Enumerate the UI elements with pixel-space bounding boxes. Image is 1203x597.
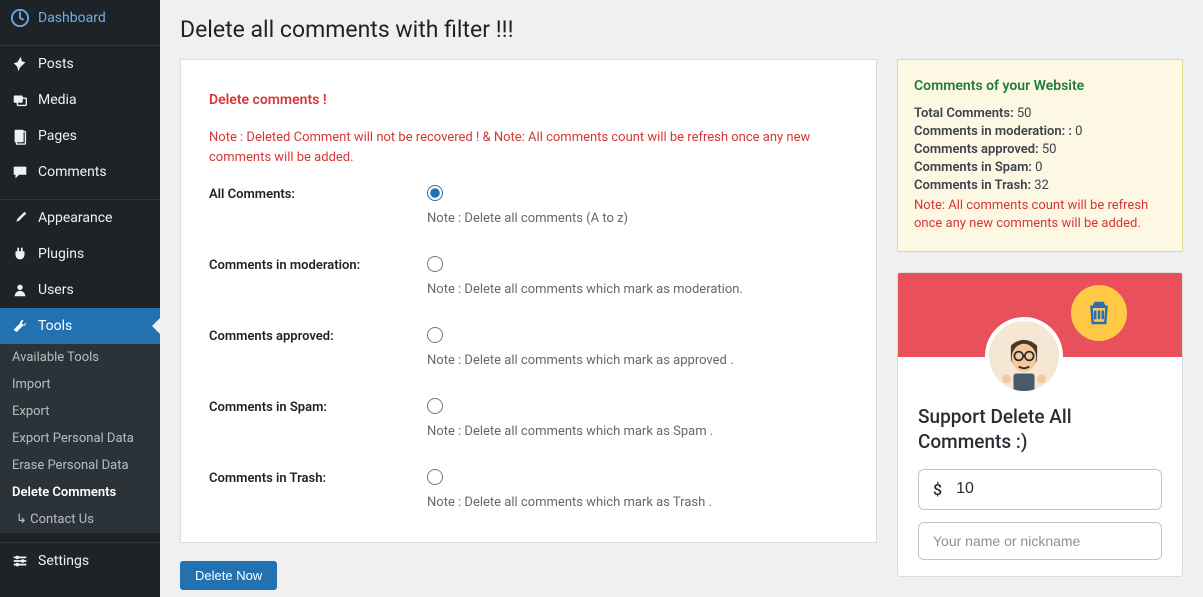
submenu-item-export[interactable]: Export <box>0 398 160 425</box>
page-icon <box>10 126 30 146</box>
stat-moderation: Comments in moderation: : 0 <box>914 124 1166 139</box>
submenu-item-available-tools[interactable]: Available Tools <box>0 344 160 371</box>
option-note: Note : Delete all comments (A to z) <box>427 211 848 226</box>
option-note: Note : Delete all comments which mark as… <box>427 495 848 510</box>
support-box: Support Delete All Comments :) $ <box>897 272 1183 576</box>
name-input[interactable] <box>918 522 1162 560</box>
sidebar-item-plugins[interactable]: Plugins <box>0 236 160 272</box>
warning-note: Note : Deleted Comment will not be recov… <box>209 128 848 167</box>
option-note: Note : Delete all comments which mark as… <box>427 353 848 368</box>
stats-heading: Comments of your Website <box>914 78 1166 94</box>
sidebar-item-label: Dashboard <box>38 10 106 26</box>
sidebar-item-users[interactable]: Users <box>0 272 160 308</box>
sidebar-item-label: Settings <box>38 553 89 569</box>
sidebar-item-label: Tools <box>38 318 72 334</box>
support-header <box>898 273 1182 357</box>
sidebar-item-label: Posts <box>38 56 74 72</box>
delete-now-button[interactable]: Delete Now <box>180 561 277 590</box>
comment-icon <box>10 162 30 182</box>
submenu-item-export-personal-data[interactable]: Export Personal Data <box>0 425 160 452</box>
stat-spam: Comments in Spam: 0 <box>914 160 1166 175</box>
sidebar-item-appearance[interactable]: Appearance <box>0 200 160 236</box>
submenu-item-contact-us[interactable]: ↳ Contact Us <box>0 506 160 533</box>
panel-heading: Delete comments ! <box>209 92 848 108</box>
option-label: All Comments: <box>209 185 427 202</box>
option-approved: Comments approved: Note : Delete all com… <box>209 327 848 368</box>
sidebar-item-label: Plugins <box>38 246 84 262</box>
option-note: Note : Delete all comments which mark as… <box>427 282 848 297</box>
user-icon <box>10 280 30 300</box>
dashboard-icon <box>10 8 30 28</box>
stat-approved: Comments approved: 50 <box>914 142 1166 157</box>
sidebar-item-label: Comments <box>38 164 107 180</box>
admin-sidebar: Dashboard Posts Media Pages Comments App… <box>0 0 160 597</box>
submenu-item-delete-comments[interactable]: Delete Comments <box>0 479 160 506</box>
radio-all-comments[interactable] <box>427 185 443 201</box>
sidebar-item-tools[interactable]: Tools <box>0 308 160 344</box>
sidebar-item-label: Appearance <box>38 210 112 226</box>
media-icon <box>10 90 30 110</box>
option-label: Comments in moderation: <box>209 256 427 273</box>
option-label: Comments approved: <box>209 327 427 344</box>
sidebar-item-dashboard[interactable]: Dashboard <box>0 0 160 36</box>
option-label: Comments in Spam: <box>209 398 427 415</box>
sidebar-item-media[interactable]: Media <box>0 82 160 118</box>
radio-trash[interactable] <box>427 469 443 485</box>
sidebar-item-pages[interactable]: Pages <box>0 118 160 154</box>
radio-moderation[interactable] <box>427 256 443 272</box>
brush-icon <box>10 208 30 228</box>
plug-icon <box>10 244 30 264</box>
sidebar-item-posts[interactable]: Posts <box>0 46 160 82</box>
amount-input[interactable] <box>956 480 1147 498</box>
currency-symbol: $ <box>933 480 942 499</box>
option-all-comments: All Comments: Note : Delete all comments… <box>209 185 848 226</box>
option-note: Note : Delete all comments which mark as… <box>427 424 848 439</box>
submenu-item-import[interactable]: Import <box>0 371 160 398</box>
pin-icon <box>10 54 30 74</box>
option-trash: Comments in Trash: Note : Delete all com… <box>209 469 848 510</box>
right-column: Comments of your Website Total Comments:… <box>897 59 1183 577</box>
filter-form-panel: Delete comments ! Note : Deleted Comment… <box>180 59 877 543</box>
sidebar-item-label: Users <box>38 282 74 298</box>
left-column: Delete comments ! Note : Deleted Comment… <box>180 59 877 590</box>
sidebar-item-settings[interactable]: Settings <box>0 543 160 579</box>
content-area: Delete all comments with filter !!! Dele… <box>160 0 1203 597</box>
stats-box: Comments of your Website Total Comments:… <box>897 59 1183 252</box>
trash-bubble-icon <box>1071 285 1127 341</box>
page-title: Delete all comments with filter !!! <box>180 0 1183 59</box>
sidebar-item-label: Media <box>38 92 77 108</box>
option-label: Comments in Trash: <box>209 469 427 486</box>
radio-spam[interactable] <box>427 398 443 414</box>
option-moderation: Comments in moderation: Note : Delete al… <box>209 256 848 297</box>
option-spam: Comments in Spam: Note : Delete all comm… <box>209 398 848 439</box>
radio-approved[interactable] <box>427 327 443 343</box>
sidebar-item-comments[interactable]: Comments <box>0 154 160 190</box>
author-avatar <box>985 317 1063 395</box>
stat-trash: Comments in Trash: 32 <box>914 178 1166 193</box>
tools-submenu: Available Tools Import Export Export Per… <box>0 344 160 533</box>
submenu-item-erase-personal-data[interactable]: Erase Personal Data <box>0 452 160 479</box>
sidebar-item-label: Pages <box>38 128 77 144</box>
stats-note: Note: All comments count will be refresh… <box>914 197 1166 233</box>
settings-icon <box>10 551 30 571</box>
stat-total: Total Comments: 50 <box>914 106 1166 121</box>
support-heading: Support Delete All Comments :) <box>918 405 1162 454</box>
wrench-icon <box>10 316 30 336</box>
amount-field[interactable]: $ <box>918 469 1162 510</box>
